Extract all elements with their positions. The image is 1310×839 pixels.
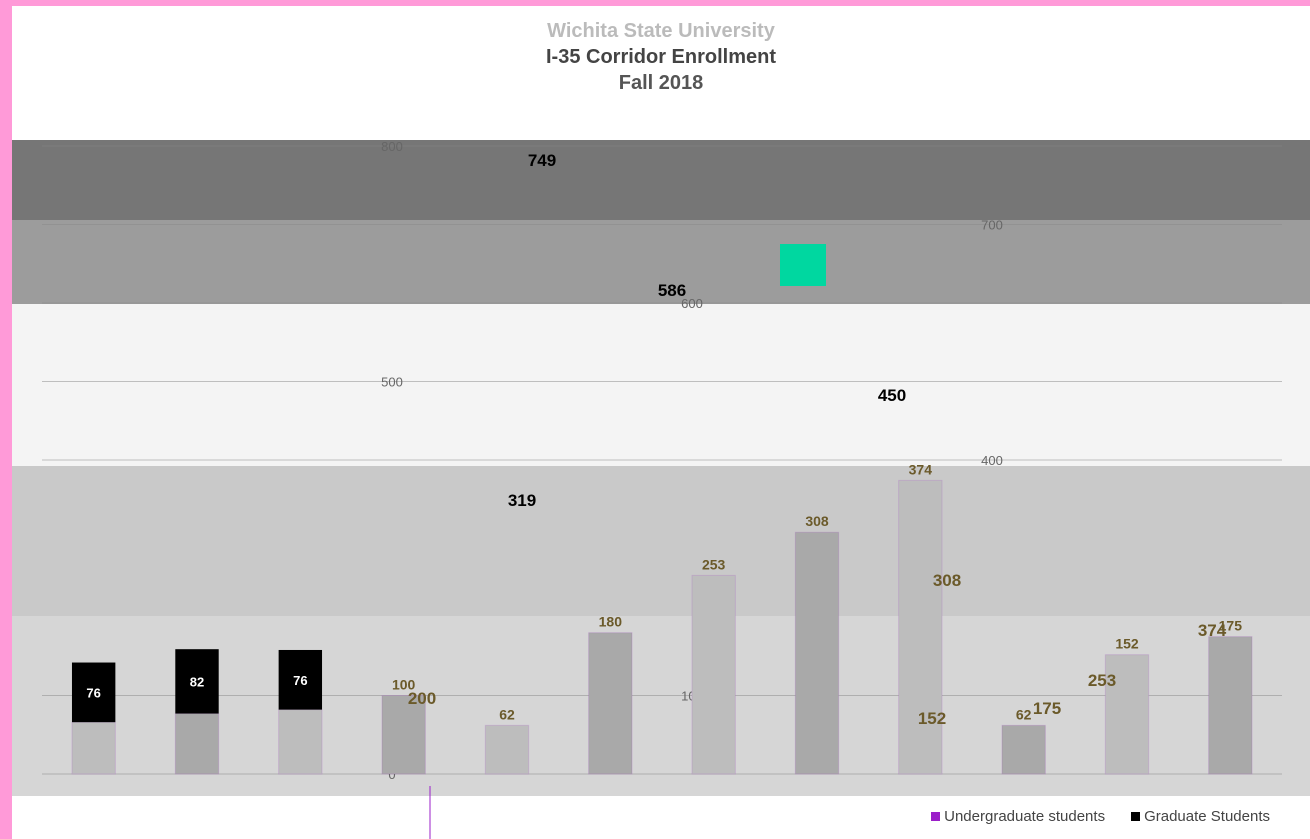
- bar-label-undergrad: 62: [1016, 706, 1032, 722]
- bar-undergrad: [794, 531, 840, 775]
- bar-label-undergrad: 152: [1115, 636, 1139, 652]
- bar-label-undergrad: 180: [599, 614, 623, 630]
- y-tick-label: 500: [381, 375, 403, 390]
- bar-undergrad: [71, 721, 116, 775]
- bar-label-undergrad: 374: [909, 461, 933, 477]
- bar-undergrad: [898, 479, 943, 775]
- bar-undergrad: [174, 713, 220, 775]
- total-label: 586: [658, 281, 686, 300]
- bar-undergrad: [588, 632, 633, 775]
- legend-swatch-undergrad: [931, 812, 941, 821]
- total-label: 374: [1198, 621, 1227, 640]
- highlight-bar: [780, 244, 826, 286]
- legend-swatch-grad: [1131, 812, 1141, 821]
- bar-label-grad: 76: [293, 673, 307, 688]
- bar-undergrad: [484, 724, 530, 775]
- bar-label-undergrad: 62: [499, 706, 515, 722]
- chart-canvas: Wichita State University I-35 Corridor E…: [12, 6, 1310, 839]
- bar-label-grad: 76: [86, 685, 100, 700]
- total-label: 175: [1033, 699, 1061, 718]
- legend-label-grad: Graduate Students: [1144, 808, 1270, 825]
- bar-undergrad: [691, 574, 736, 775]
- total-label: 319: [508, 491, 536, 510]
- total-label: 152: [918, 709, 946, 728]
- y-tick-label: 800: [381, 139, 403, 154]
- legend-label-undergrad: Undergraduate students: [944, 808, 1106, 825]
- bar-undergrad: [1208, 636, 1253, 775]
- legend-item-grad: Graduate Students: [1131, 808, 1270, 825]
- bar-label-grad: 82: [190, 674, 204, 689]
- plot-area: 0100400500600700800667677828276100621802…: [42, 139, 1282, 839]
- legend-item-undergrad: Undergraduate students: [931, 808, 1105, 825]
- bar-label-undergrad: 308: [805, 513, 829, 529]
- legend: Undergraduate students Graduate Students: [931, 808, 1270, 825]
- bar-label-undergrad: 253: [702, 556, 726, 572]
- total-label: 749: [528, 151, 556, 170]
- total-label: 450: [878, 386, 906, 405]
- bar-undergrad: [1001, 724, 1046, 775]
- bar-undergrad: [278, 709, 323, 775]
- total-label: 253: [1088, 671, 1116, 690]
- total-label: 200: [408, 689, 436, 708]
- total-label: 308: [933, 571, 961, 590]
- y-tick-label: 700: [981, 218, 1003, 233]
- y-tick-label: 400: [981, 453, 1003, 468]
